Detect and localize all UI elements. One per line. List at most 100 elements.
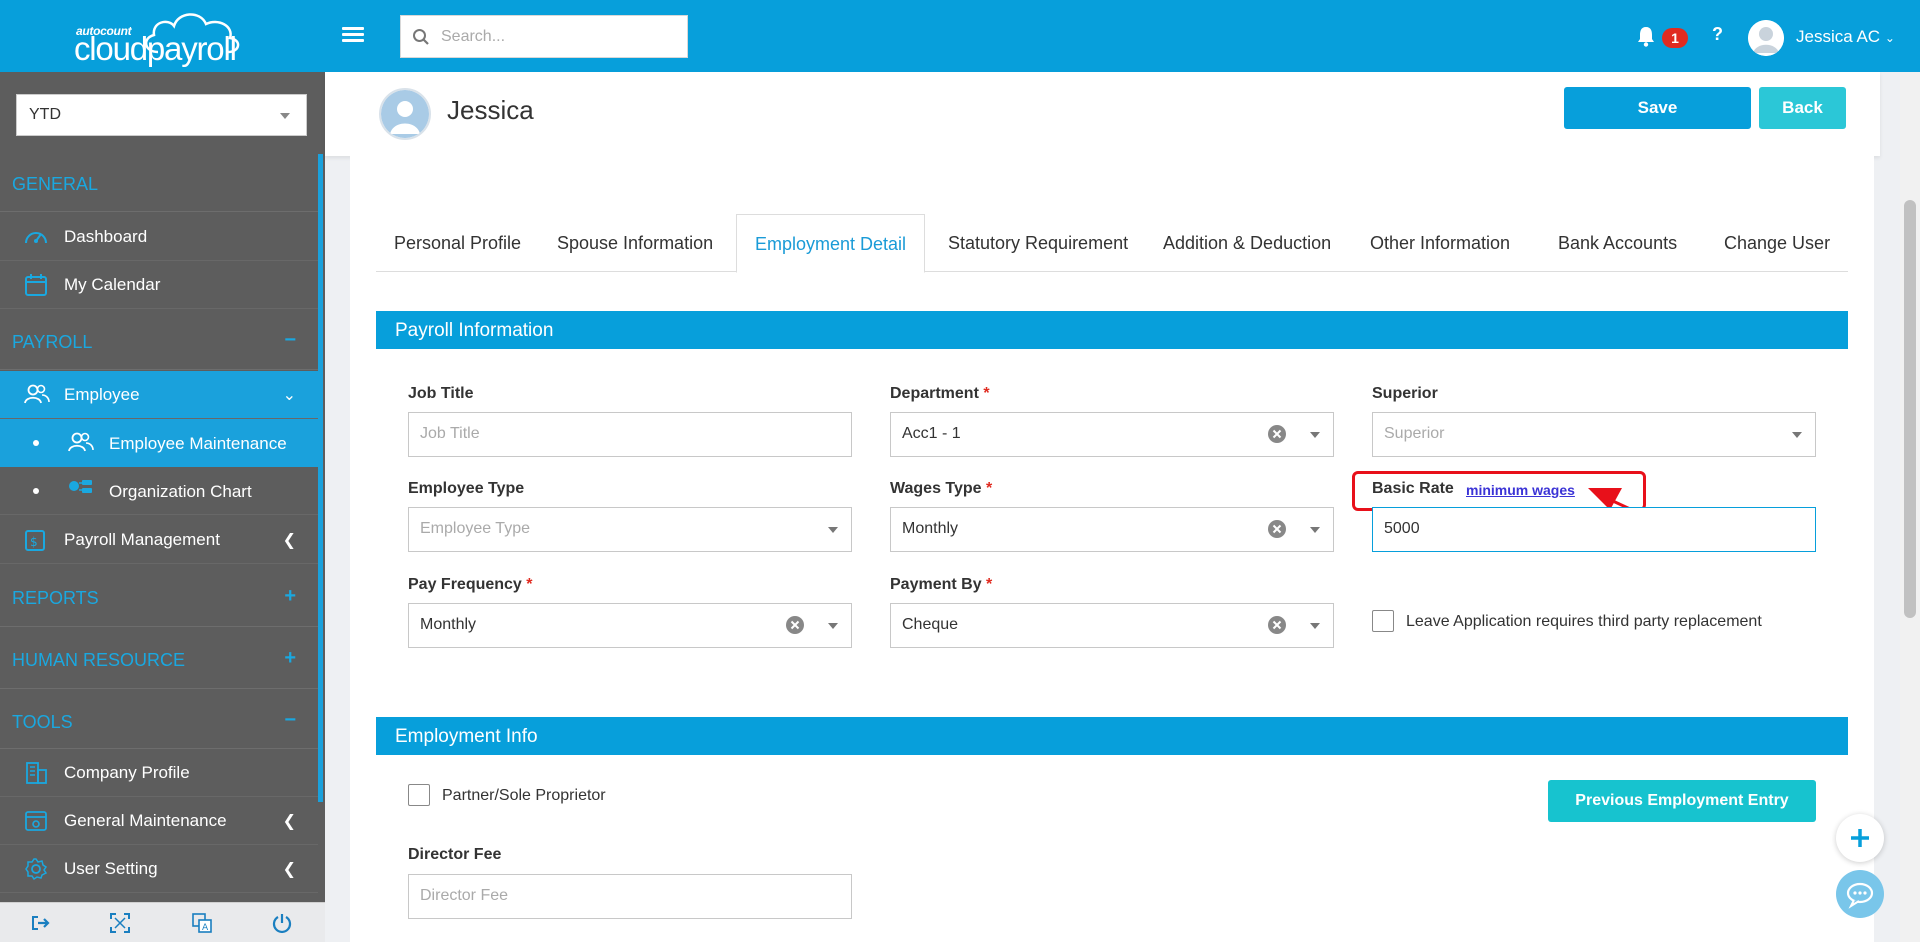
sidebar-item-dashboard[interactable]: Dashboard xyxy=(0,213,318,261)
clear-icon[interactable] xyxy=(1267,615,1287,640)
tab-change-user[interactable]: Change User xyxy=(1724,214,1830,272)
wages-type-label-text: Wages Type xyxy=(890,480,982,497)
fullscreen-icon[interactable] xyxy=(110,913,130,938)
chat-fab-button[interactable] xyxy=(1836,870,1884,918)
svg-text:A: A xyxy=(202,923,209,933)
clear-icon[interactable] xyxy=(1267,424,1287,449)
app-logo[interactable]: autocount cloudpayroll xyxy=(72,8,252,67)
sidebar-item-employee[interactable]: Employee ⌄ xyxy=(0,371,318,419)
user-avatar[interactable] xyxy=(1748,20,1784,56)
required-mark: * xyxy=(526,576,533,593)
sidebar-item-label: Company Profile xyxy=(64,763,190,782)
gear-icon xyxy=(24,857,48,886)
leave-replacement-checkbox[interactable] xyxy=(1372,610,1394,632)
department-select[interactable]: Acc1 - 1 xyxy=(890,412,1334,457)
sidebar-item-label: Payroll Management xyxy=(64,530,220,549)
logout-icon[interactable] xyxy=(30,913,50,938)
director-fee-label: Director Fee xyxy=(408,846,502,863)
search-input[interactable] xyxy=(441,27,671,46)
employee-type-select[interactable]: Employee Type xyxy=(408,507,852,552)
chevron-down-icon: ⌄ xyxy=(1884,31,1895,45)
caret-down-icon xyxy=(1310,432,1320,438)
required-mark: * xyxy=(983,385,990,402)
superior-select[interactable]: Superior xyxy=(1372,412,1816,457)
sidebar-item-label: User Setting xyxy=(64,859,158,878)
calendar-icon xyxy=(24,273,48,302)
sidebar-scrollbar[interactable] xyxy=(318,154,323,802)
save-button[interactable]: Save xyxy=(1564,87,1751,129)
sidebar-item-user-setting[interactable]: User Setting ❮ xyxy=(0,845,318,893)
users-icon xyxy=(68,431,94,458)
power-icon[interactable] xyxy=(272,913,292,938)
top-bar: autocount cloudpayroll 1 ? Jessica AC ⌄ xyxy=(0,0,1920,72)
section-tools[interactable]: TOOLS − xyxy=(0,689,318,749)
section-general[interactable]: GENERAL xyxy=(0,152,318,212)
required-mark: * xyxy=(986,576,993,593)
sidebar-item-general-maintenance[interactable]: General Maintenance ❮ xyxy=(0,797,318,845)
sidebar-item-my-calendar[interactable]: My Calendar xyxy=(0,261,318,309)
sidebar-subitem-organization-chart[interactable]: Organization Chart xyxy=(0,467,318,515)
translate-icon[interactable]: A xyxy=(192,913,212,938)
notification-bell-icon[interactable] xyxy=(1636,25,1656,52)
tab-personal-profile[interactable]: Personal Profile xyxy=(394,214,521,272)
partner-label: Partner/Sole Proprietor xyxy=(442,787,606,804)
pay-frequency-label: Pay Frequency * xyxy=(408,576,533,594)
employee-avatar[interactable] xyxy=(379,88,431,140)
expand-icon: + xyxy=(284,585,296,607)
sidebar-subitem-employee-maintenance[interactable]: Employee Maintenance xyxy=(0,419,318,467)
user-name-label: Jessica AC xyxy=(1796,27,1881,46)
tab-spouse-information[interactable]: Spouse Information xyxy=(557,214,713,272)
employee-form-card: Personal Profile Spouse Information Empl… xyxy=(350,156,1874,942)
tab-addition-deduction[interactable]: Addition & Deduction xyxy=(1163,214,1331,272)
logo-big-text: cloudpayroll xyxy=(74,30,237,67)
collapse-icon: − xyxy=(284,709,296,731)
notification-badge[interactable]: 1 xyxy=(1662,28,1688,48)
help-icon[interactable]: ? xyxy=(1712,24,1723,45)
search-box[interactable] xyxy=(400,15,688,58)
basic-rate-input[interactable]: 5000 xyxy=(1372,507,1816,552)
add-fab-button[interactable] xyxy=(1836,814,1884,862)
user-menu[interactable]: Jessica AC ⌄ xyxy=(1796,27,1895,47)
tab-statutory-requirement[interactable]: Statutory Requirement xyxy=(948,214,1128,272)
window-icon xyxy=(24,809,48,838)
section-reports[interactable]: REPORTS + xyxy=(0,565,318,627)
section-human-resource[interactable]: HUMAN RESOURCE + xyxy=(0,627,318,689)
payment-by-select[interactable]: Cheque xyxy=(890,603,1334,648)
payment-by-label: Payment By * xyxy=(890,576,992,594)
back-button[interactable]: Back xyxy=(1759,87,1846,129)
employee-name: Jessica xyxy=(447,95,534,125)
wages-type-select[interactable]: Monthly xyxy=(890,507,1334,552)
employment-info-header: Employment Info xyxy=(376,717,1848,755)
tab-bank-accounts[interactable]: Bank Accounts xyxy=(1558,214,1677,272)
pay-frequency-select[interactable]: Monthly xyxy=(408,603,852,648)
chevron-down-icon: ⌄ xyxy=(282,387,296,404)
menu-toggle-icon[interactable] xyxy=(340,24,366,48)
basic-rate-label: Basic Rate xyxy=(1372,480,1454,497)
search-icon xyxy=(401,28,441,46)
section-reports-label: REPORTS xyxy=(12,588,99,608)
tab-employment-detail[interactable]: Employment Detail xyxy=(736,214,926,273)
clear-icon[interactable] xyxy=(1267,519,1287,544)
scrollbar-thumb[interactable] xyxy=(1904,200,1916,618)
sidebar-item-label: My Calendar xyxy=(64,275,161,294)
period-select[interactable]: YTD xyxy=(16,94,307,136)
payment-by-value: Cheque xyxy=(902,616,959,633)
sidebar-item-label: General Maintenance xyxy=(64,811,227,830)
caret-down-icon xyxy=(280,113,290,119)
previous-employment-entry-button[interactable]: Previous Employment Entry xyxy=(1548,780,1816,822)
sidebar-item-payroll-management[interactable]: $ Payroll Management ❮ xyxy=(0,516,318,564)
minimum-wages-link[interactable]: minimum wages xyxy=(1466,482,1575,498)
superior-placeholder: Superior xyxy=(1384,425,1445,442)
section-human-resource-label: HUMAN RESOURCE xyxy=(12,650,186,670)
bullet xyxy=(33,440,39,446)
section-payroll[interactable]: PAYROLL − xyxy=(0,310,318,370)
tab-other-information[interactable]: Other Information xyxy=(1370,214,1510,272)
job-title-input[interactable]: Job Title xyxy=(408,412,852,457)
chevron-left-icon: ❮ xyxy=(282,861,296,878)
director-fee-input[interactable]: Director Fee xyxy=(408,874,852,919)
partner-checkbox[interactable] xyxy=(408,784,430,806)
sidebar-item-company-profile[interactable]: Company Profile xyxy=(0,749,318,797)
page-header: Jessica Save Back xyxy=(325,72,1880,156)
clear-icon[interactable] xyxy=(785,615,805,640)
page-scrollbar[interactable] xyxy=(1900,72,1920,942)
